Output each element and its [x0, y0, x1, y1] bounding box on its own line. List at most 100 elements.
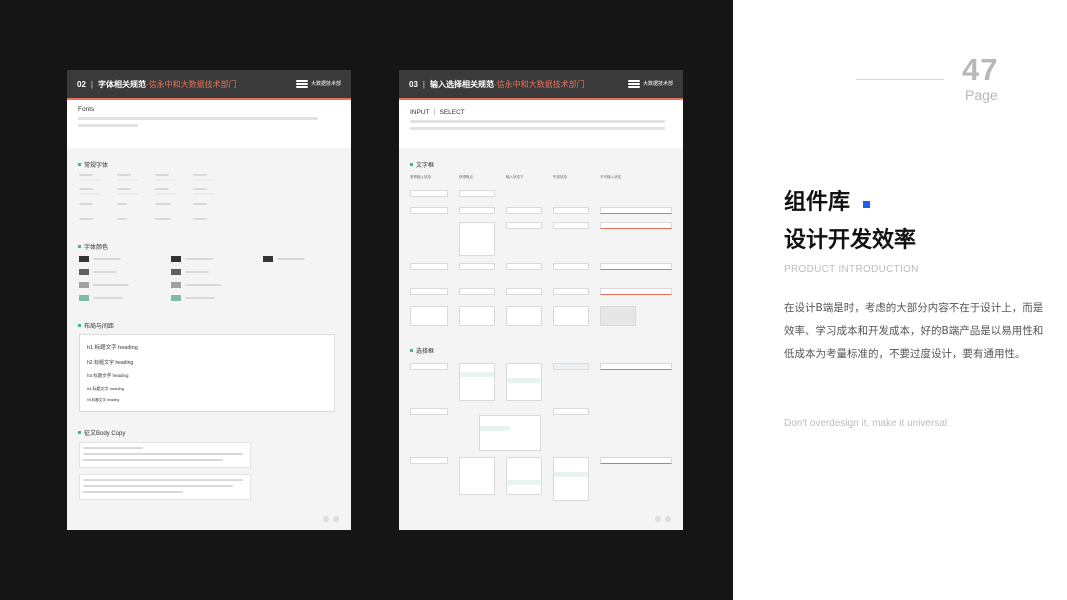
- card-number: 02: [77, 79, 86, 89]
- heading-sample-h3: h3.标题文字 heading: [87, 373, 129, 378]
- column-header: 输入状态下: [506, 175, 524, 179]
- sample-select: [410, 363, 448, 370]
- intro-text-line: [78, 124, 138, 127]
- sample-multiselect: [410, 457, 448, 464]
- sample-input: [459, 288, 495, 295]
- logo-icon: [627, 79, 640, 89]
- color-swatch: [171, 256, 181, 262]
- heading-sample-h2: h2.标题文字 heading: [87, 360, 134, 366]
- sample-input: [506, 263, 542, 270]
- motto: Don't overdesign it, make it universal: [784, 418, 948, 429]
- section-dot-icon: [78, 324, 81, 327]
- color-swatch: [263, 256, 273, 262]
- card-header: 02 | 字体相关规范 -信永中和大数据技术部门 大数据技术部: [67, 70, 351, 100]
- intro-heading: INPUT ｜ SELECT: [410, 109, 465, 116]
- sample-select-error: [600, 363, 672, 370]
- sample-input: [506, 207, 542, 214]
- sample-input: [410, 190, 448, 197]
- title-line-2: 设计开发效率: [784, 228, 917, 253]
- next-icon: [333, 516, 339, 522]
- next-icon: [665, 516, 671, 522]
- sample-textarea-disabled: [600, 306, 636, 326]
- sample-input: [506, 222, 542, 229]
- section-dot-icon: [410, 349, 413, 352]
- accent-square: [863, 201, 870, 208]
- section-select-box: 选择框: [410, 346, 434, 355]
- card-intro: Fonts: [67, 100, 351, 148]
- sample-input: [506, 288, 542, 295]
- intro-heading: Fonts: [78, 106, 95, 113]
- intro-panel: 47 Page 组件库 设计开发效率 PRODUCT INTRODUCTION …: [733, 0, 1067, 600]
- sample-textarea: [459, 306, 495, 326]
- slide: 02 | 字体相关规范 -信永中和大数据技术部门 大数据技术部 Fonts 常规…: [0, 0, 1067, 600]
- font-spec-card: 02 | 字体相关规范 -信永中和大数据技术部门 大数据技术部 Fonts 常规…: [67, 70, 351, 530]
- color-swatch: [171, 295, 181, 301]
- card-intro: INPUT ｜ SELECT: [399, 100, 683, 148]
- sample-input: [553, 288, 589, 295]
- subtitle: PRODUCT INTRODUCTION: [784, 264, 919, 275]
- brand-logo: 大数据技术部: [295, 79, 341, 89]
- page-divider: [856, 79, 944, 80]
- heading-sample-h4: h4.标题文字 heading: [87, 386, 124, 391]
- sample-input: [553, 207, 589, 214]
- prev-icon: [323, 516, 329, 522]
- sample-input-error: [600, 288, 672, 295]
- card-separator: |: [422, 79, 425, 89]
- page-label: Page: [965, 87, 998, 103]
- card-org: -信永中和大数据技术部门: [493, 79, 585, 89]
- card-title: 输入选择相关规范: [429, 79, 494, 89]
- section-layout-spacing: 布局与间距: [78, 321, 114, 330]
- column-header: 失效状态: [553, 175, 567, 179]
- sample-multiselect-open: [506, 457, 542, 495]
- sample-input: [553, 263, 589, 270]
- page-number: 47: [962, 52, 999, 87]
- title-line-1: 组件库: [784, 190, 851, 215]
- section-dot-icon: [78, 163, 81, 166]
- section-dot-icon: [78, 245, 81, 248]
- sample-select-disabled: [553, 363, 589, 370]
- prev-icon: [655, 516, 661, 522]
- sample-input: [410, 288, 448, 295]
- sample-input: [410, 263, 448, 270]
- sample-input: [459, 263, 495, 270]
- sample-textarea: [506, 306, 542, 326]
- sample-select: [410, 408, 448, 415]
- sample-dropdown: [459, 222, 495, 256]
- section-dot-icon: [410, 163, 413, 166]
- color-swatch: [171, 282, 181, 288]
- sample-input-error: [600, 222, 672, 229]
- section-dot-icon: [78, 431, 81, 434]
- card-number: 03: [409, 79, 418, 89]
- sample-input: [459, 190, 495, 197]
- section-text-box: 文字框: [410, 160, 434, 169]
- heading-sample-h1: h1.标题文字 heading: [87, 345, 138, 351]
- column-header: 常规输入状态: [410, 175, 431, 179]
- card-header: 03 | 输入选择相关规范 -信永中和大数据技术部门 大数据技术部: [399, 70, 683, 100]
- heading-sample-h5: h5.标题文字 heading: [87, 398, 120, 402]
- sample-input: [410, 207, 448, 214]
- sample-select-open: [459, 363, 495, 401]
- sample-input: [553, 222, 589, 229]
- section-body-copy: 征文Body Copy: [78, 428, 125, 437]
- card-separator: |: [90, 79, 93, 89]
- card-pager: [323, 516, 339, 522]
- sample-multiselect-open: [553, 457, 589, 501]
- sample-input-error: [600, 263, 672, 270]
- dark-showcase-area: 02 | 字体相关规范 -信永中和大数据技术部门 大数据技术部 Fonts 常规…: [0, 0, 733, 600]
- color-swatch: [79, 282, 89, 288]
- color-swatch: [79, 295, 89, 301]
- column-header: 不可输入状态: [600, 175, 621, 179]
- sample-cascader: [479, 415, 541, 451]
- section-font-colors: 字体颜色: [78, 242, 108, 251]
- sample-select: [553, 408, 589, 415]
- color-swatch: [171, 269, 181, 275]
- intro-text-line: [410, 120, 665, 123]
- sample-input: [459, 207, 495, 214]
- logo-text: 大数据技术部: [642, 81, 673, 87]
- intro-text-line: [78, 117, 318, 120]
- brand-logo: 大数据技术部: [627, 79, 673, 89]
- card-pager: [655, 516, 671, 522]
- sample-input-error: [600, 207, 672, 214]
- intro-text-line: [410, 127, 665, 130]
- sample-textarea: [410, 306, 448, 326]
